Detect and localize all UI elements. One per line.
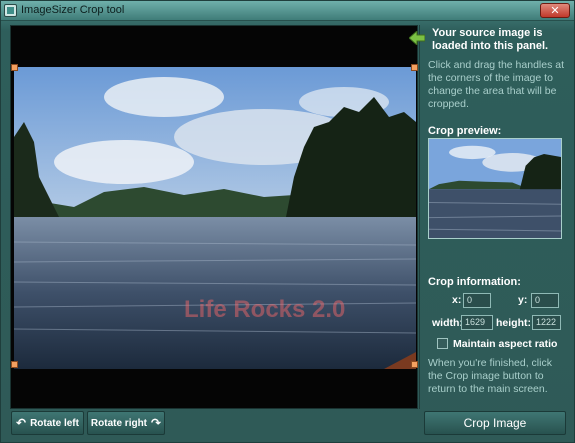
x-label: x: — [452, 294, 462, 306]
help-text: Click and drag the handles at the corner… — [428, 59, 565, 110]
crop-preview — [428, 138, 562, 239]
app-icon — [4, 4, 17, 17]
title-bar[interactable]: ImageSizer Crop tool ✕ — [1, 1, 574, 21]
x-field[interactable]: 0 — [463, 293, 491, 308]
width-label: width: — [432, 317, 463, 329]
maintain-aspect-checkbox[interactable] — [437, 338, 448, 349]
height-field[interactable]: 1222 — [532, 315, 561, 330]
panel-divider — [419, 25, 420, 409]
watermark-text: Life Rocks 2.0 — [184, 296, 345, 323]
crop-image-button[interactable]: Crop Image — [424, 411, 566, 435]
window-title: ImageSizer Crop tool — [21, 4, 125, 16]
rotate-right-button[interactable]: Rotate right ↷ — [87, 411, 165, 435]
close-button[interactable]: ✕ — [540, 3, 570, 18]
crop-handle-top-left[interactable] — [11, 64, 18, 71]
rotate-right-icon: ↷ — [151, 416, 162, 430]
source-image-panel: Life Rocks 2.0 — [10, 25, 418, 409]
crop-preview-title: Crop preview: — [428, 125, 502, 137]
crop-handle-bottom-left[interactable] — [11, 361, 18, 368]
rotate-left-icon: ↶ — [16, 416, 27, 430]
rotate-left-label: Rotate left — [30, 417, 79, 429]
crop-tool-window: ImageSizer Crop tool ✕ Life Rocks 2.0 ↶ … — [0, 0, 575, 443]
height-label: height: — [496, 317, 531, 329]
rotate-left-button[interactable]: ↶ Rotate left — [11, 411, 84, 435]
crop-handle-top-right[interactable] — [411, 64, 418, 71]
source-message: Your source image is loaded into this pa… — [432, 27, 549, 52]
crop-preview-image — [429, 139, 561, 238]
lake-photo: Life Rocks 2.0 — [14, 67, 416, 369]
y-label: y: — [518, 294, 528, 306]
crop-info-title: Crop information: — [428, 276, 521, 288]
y-field[interactable]: 0 — [531, 293, 559, 308]
maintain-aspect-label[interactable]: Maintain aspect ratio — [453, 338, 557, 350]
width-field[interactable]: 1629 — [461, 315, 493, 330]
finish-instructions: When you're finished, click the Crop ima… — [428, 357, 552, 395]
source-image: Life Rocks 2.0 — [14, 67, 416, 369]
arrow-left-icon — [409, 31, 425, 45]
rotate-right-label: Rotate right — [90, 417, 148, 429]
crop-handle-bottom-right[interactable] — [411, 361, 418, 368]
